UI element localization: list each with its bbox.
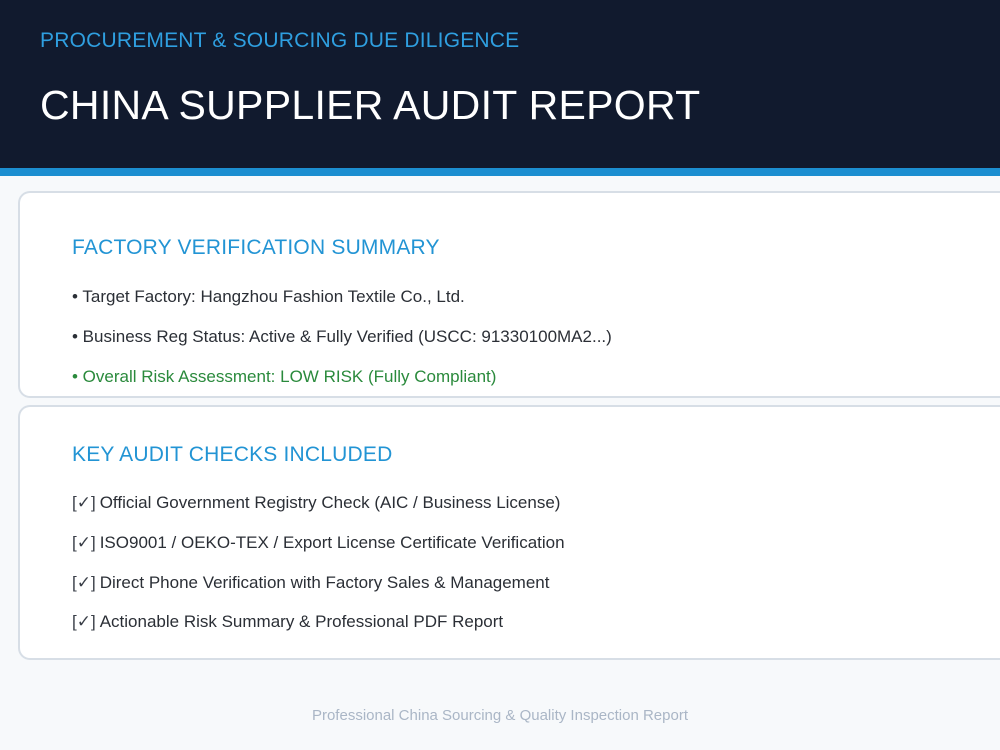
check-item-label: ISO9001 / OEKO-TEX / Export License Cert… bbox=[99, 533, 565, 552]
check-item-label: Actionable Risk Summary & Professional P… bbox=[99, 612, 504, 631]
summary-item-risk-assessment: • Overall Risk Assessment: LOW RISK (Ful… bbox=[72, 367, 497, 386]
check-item-registry: [✓] Official Government Registry Check (A… bbox=[72, 493, 560, 513]
summary-item-target-factory: • Target Factory: Hangzhou Fashion Texti… bbox=[72, 287, 465, 306]
check-item-label: Direct Phone Verification with Factory S… bbox=[99, 573, 550, 592]
summary-heading: FACTORY VERIFICATION SUMMARY bbox=[72, 236, 440, 259]
audit-checks-card: KEY AUDIT CHECKS INCLUDED [✓] Official Go… bbox=[18, 405, 1000, 660]
summary-item-business-reg: • Business Reg Status: Active & Fully Ve… bbox=[72, 327, 612, 346]
check-item-phone-verification: [✓] Direct Phone Verification with Factor… bbox=[72, 573, 549, 593]
report-footer: Professional China Sourcing & Quality In… bbox=[311, 707, 689, 724]
report-title: CHINA SUPPLIER AUDIT REPORT bbox=[40, 82, 701, 128]
report-kicker: PROCUREMENT & SOURCING DUE DILIGENCE bbox=[40, 29, 520, 52]
checkbox-icon: [✓] bbox=[72, 573, 96, 592]
verification-summary-card: FACTORY VERIFICATION SUMMARY • Target Fa… bbox=[18, 191, 1000, 398]
checkbox-icon: [✓] bbox=[72, 493, 96, 512]
check-item-label: Official Government Registry Check (AIC … bbox=[99, 493, 561, 512]
report-header: PROCUREMENT & SOURCING DUE DILIGENCE CHI… bbox=[0, 0, 1000, 168]
checkbox-icon: [✓] bbox=[72, 612, 96, 631]
check-item-certificates: [✓] ISO9001 / OEKO-TEX / Export License C… bbox=[72, 533, 565, 553]
checks-heading: KEY AUDIT CHECKS INCLUDED bbox=[72, 443, 393, 466]
header-accent-bar bbox=[0, 168, 1000, 176]
checkbox-icon: [✓] bbox=[72, 533, 96, 552]
check-item-risk-summary: [✓] Actionable Risk Summary & Professiona… bbox=[72, 612, 503, 632]
